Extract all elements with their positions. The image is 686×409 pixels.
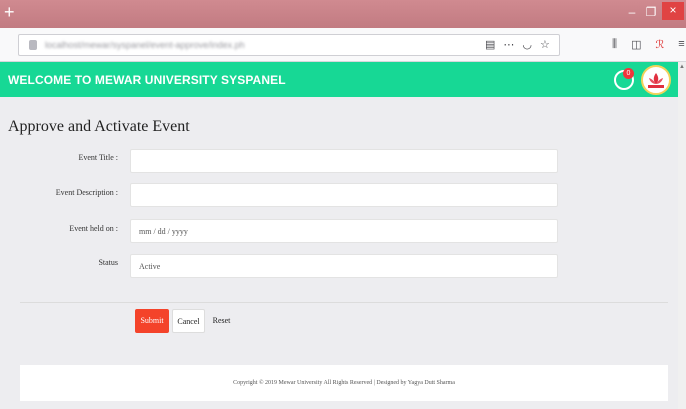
browser-toolbar-right: ⫼ ◫ ℛ ≡ <box>612 38 685 51</box>
window-titlebar: + – ❐ × <box>0 0 686 28</box>
minimize-button[interactable]: – <box>625 4 639 20</box>
status-label: Status <box>98 258 118 267</box>
browser-toolbar: localhost/mewar/syspanel/event-approve/i… <box>0 28 686 62</box>
address-bar-url: localhost/mewar/syspanel/event-approve/i… <box>45 40 245 50</box>
close-window-button[interactable]: × <box>662 2 684 20</box>
lotus-logo-icon <box>644 68 668 92</box>
sidebar-icon[interactable]: ◫ <box>631 38 641 51</box>
page-scrollbar[interactable]: ▲ <box>678 62 686 409</box>
notification-icon[interactable]: 0 <box>614 68 634 90</box>
scroll-up-icon[interactable]: ▲ <box>678 64 686 70</box>
submit-button[interactable]: Submit <box>135 309 169 333</box>
site-info-icon[interactable] <box>29 40 37 50</box>
reset-button[interactable]: Reset <box>208 309 235 333</box>
event-description-label: Event Description : <box>55 188 118 197</box>
event-date-label: Event held on : <box>69 224 118 233</box>
page-footer: Copyright © 2019 Mewar University All Ri… <box>20 365 668 401</box>
address-bar-actions: ▤ ⋯ ◡ ☆ <box>485 38 550 51</box>
pocket-icon[interactable]: ◡ <box>522 38 532 51</box>
event-title-input[interactable] <box>130 149 558 173</box>
pdf-extension-icon[interactable]: ℛ <box>655 38 664 51</box>
page-actions-icon[interactable]: ⋯ <box>503 38 514 51</box>
reader-view-icon[interactable]: ▤ <box>485 38 495 51</box>
event-title-label: Event Title : <box>78 153 118 162</box>
event-description-input[interactable] <box>130 183 558 207</box>
address-bar[interactable]: localhost/mewar/syspanel/event-approve/i… <box>18 34 560 56</box>
form-divider <box>20 302 668 303</box>
app-brand-title: WELCOME TO MEWAR UNIVERSITY SYSPANEL <box>8 73 286 87</box>
library-icon[interactable]: ⫼ <box>612 38 617 51</box>
app-header: WELCOME TO MEWAR UNIVERSITY SYSPANEL 0 <box>0 62 678 97</box>
cancel-button[interactable]: Cancel <box>172 309 205 333</box>
page-title: Approve and Activate Event <box>8 118 190 135</box>
main-content: Approve and Activate Event Event Title :… <box>0 97 678 409</box>
university-logo[interactable] <box>641 65 671 95</box>
new-tab-button[interactable]: + <box>4 2 15 22</box>
status-input[interactable] <box>130 254 558 278</box>
bookmark-star-icon[interactable]: ☆ <box>540 38 550 51</box>
event-date-input[interactable] <box>130 219 558 243</box>
hamburger-menu-icon[interactable]: ≡ <box>678 38 684 51</box>
notification-badge: 0 <box>623 68 634 79</box>
maximize-button[interactable]: ❐ <box>644 4 658 20</box>
